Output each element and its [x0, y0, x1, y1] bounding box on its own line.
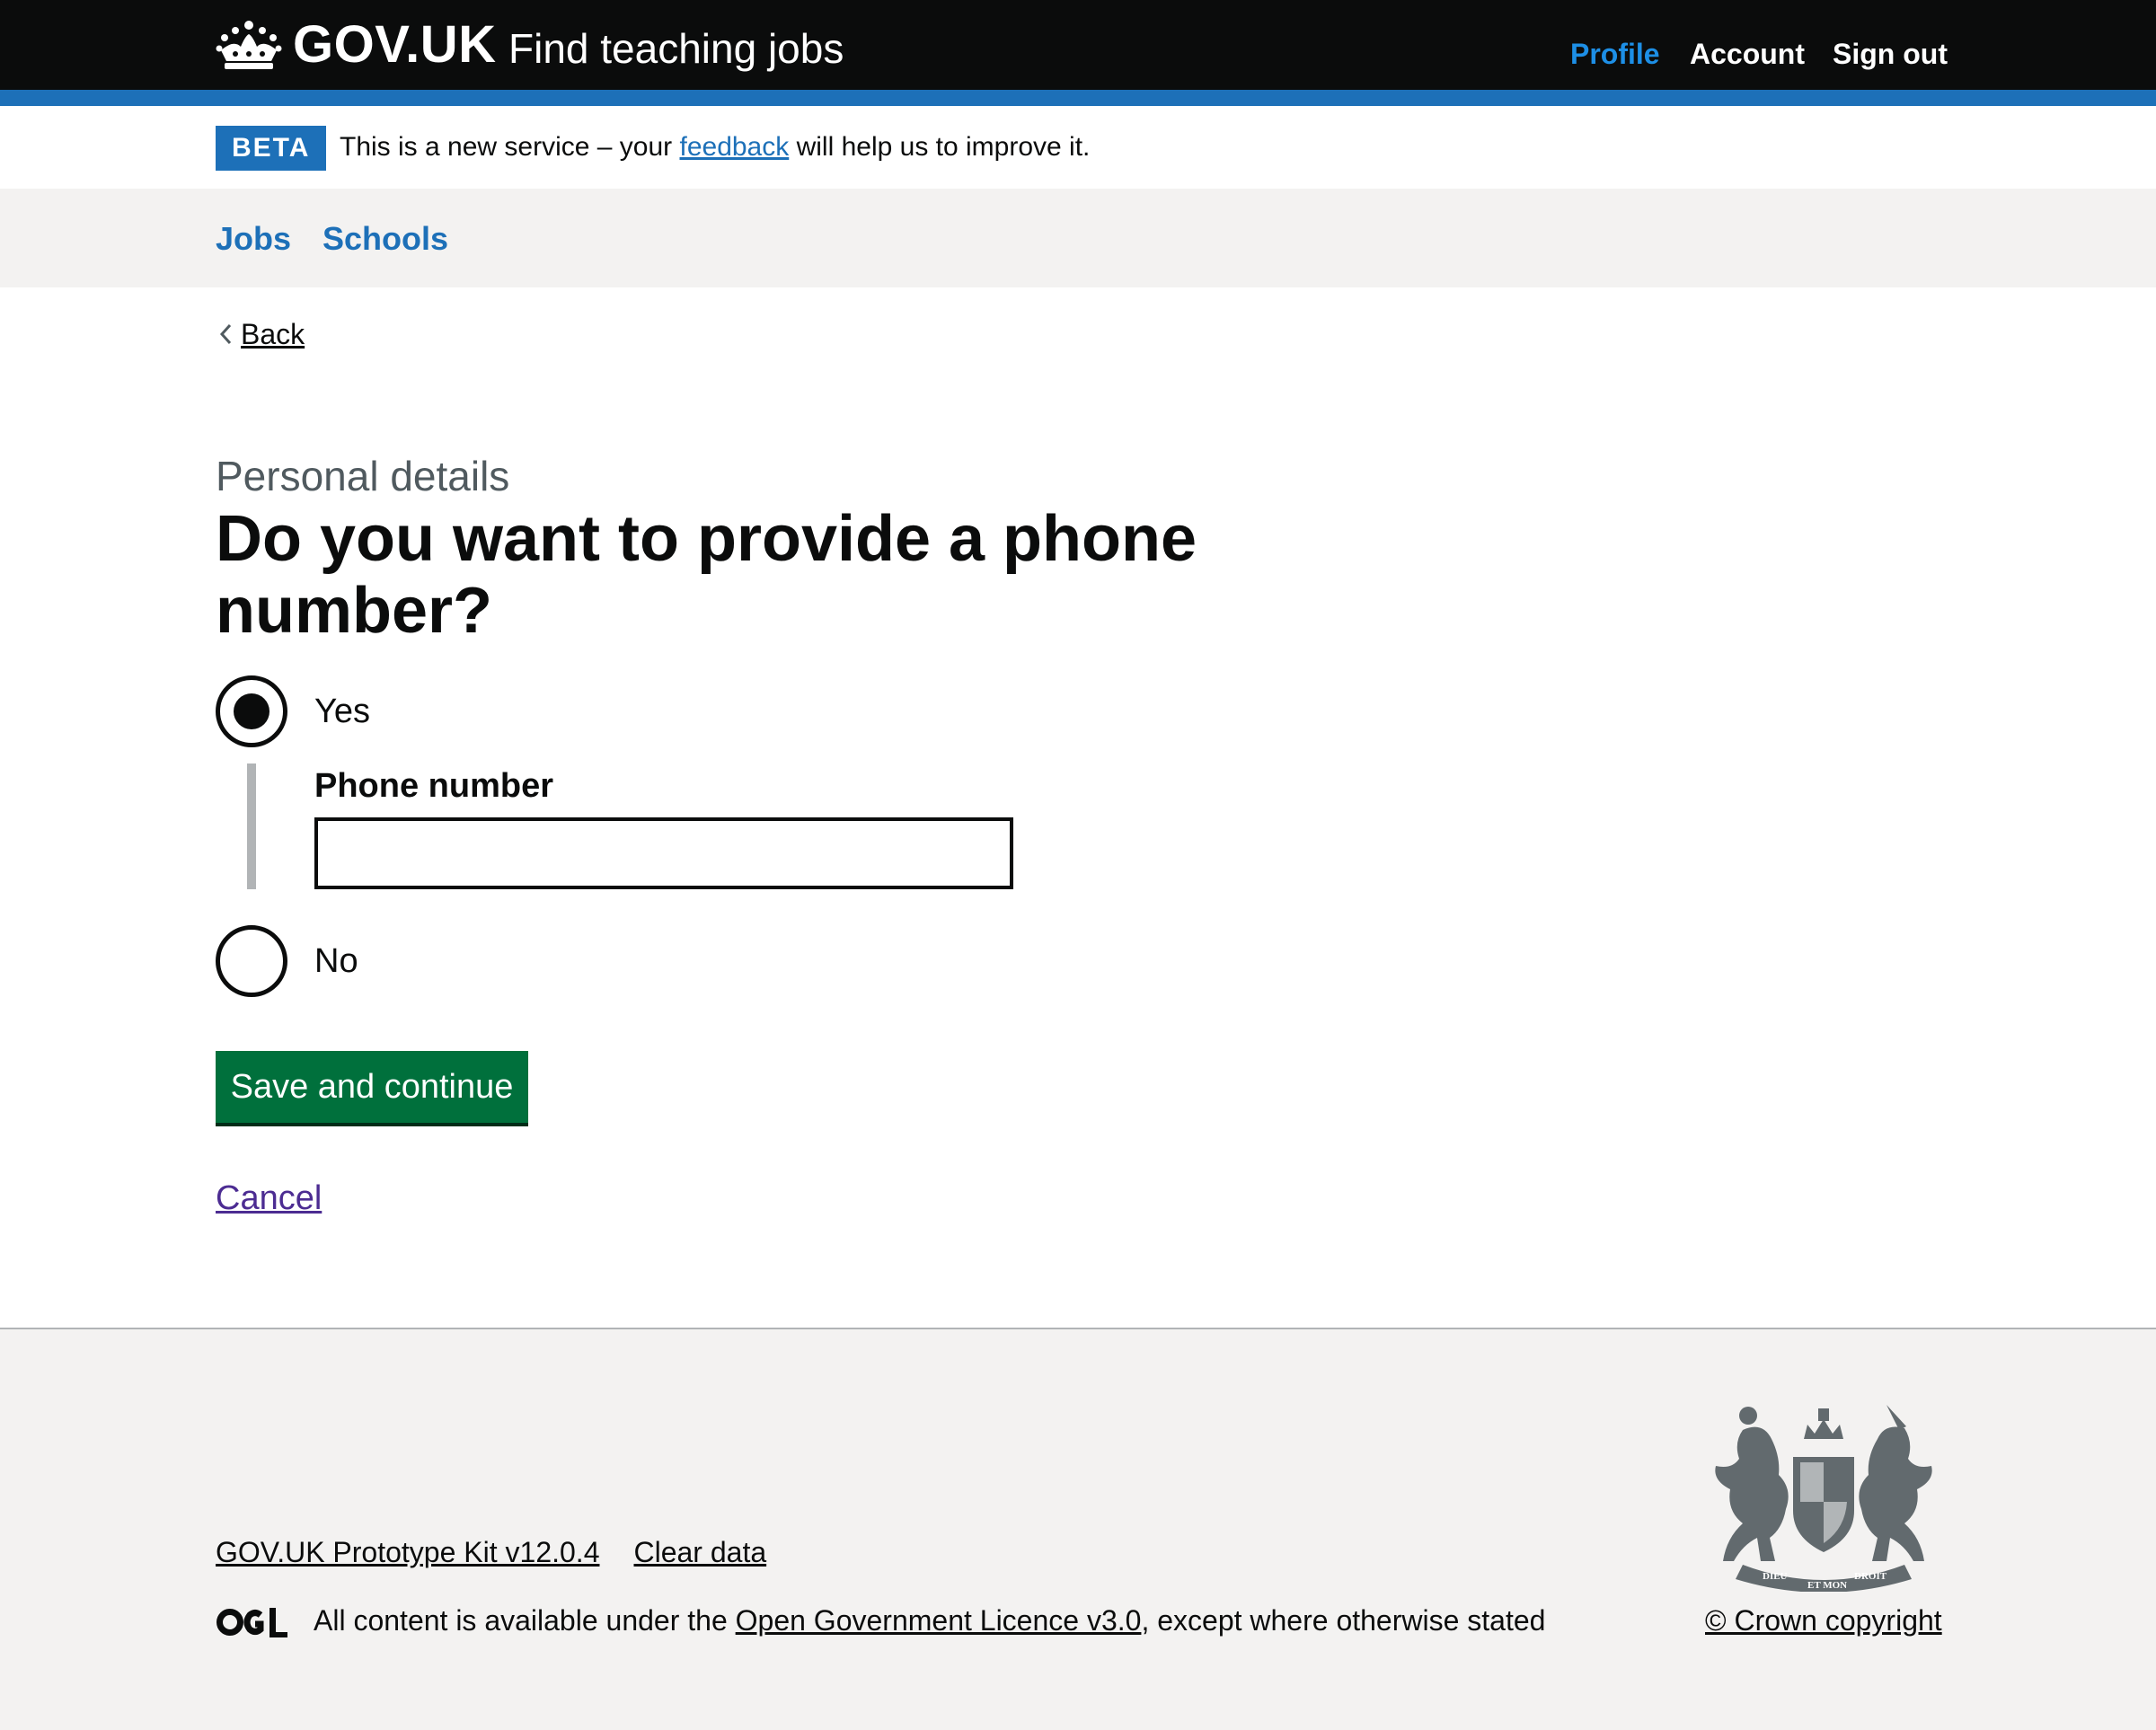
site-footer: DIEU ET MON DROIT GOV.UK Prototype Kit v… [0, 1328, 2156, 1730]
header-nav-account[interactable]: Account [1690, 34, 1805, 74]
header-nav-sign-out[interactable]: Sign out [1833, 34, 1948, 74]
save-and-continue-button[interactable]: Save and continue [216, 1051, 528, 1123]
page-caption: Personal details [216, 453, 510, 499]
phase-banner: BETA This is a new service – your feedba… [0, 106, 2156, 189]
service-name-link[interactable]: Find teaching jobs [508, 22, 844, 75]
service-navigation: Jobs Schools [0, 189, 2156, 287]
ogl-licence-link[interactable]: Open Government Licence v3.0 [736, 1604, 1142, 1637]
licence-text: All content is available under the Open … [314, 1601, 1545, 1640]
nav-schools[interactable]: Schools [323, 217, 448, 260]
crown-copyright-link[interactable]: © Crown copyright [1705, 1601, 1942, 1640]
footer-prototype-kit-link[interactable]: GOV.UK Prototype Kit v12.0.4 [216, 1532, 599, 1572]
radio-yes[interactable] [216, 675, 287, 747]
chevron-left-icon [219, 323, 232, 345]
crest-motto-dieu: DIEU [1763, 1571, 1788, 1582]
crest-motto-et-mon: ET MON [1807, 1580, 1847, 1591]
page-title: Do you want to provide a phone number? [216, 503, 1197, 647]
licence-text-after: , except where otherwise stated [1141, 1604, 1546, 1637]
licence-text-before: All content is available under the [314, 1604, 736, 1637]
back-link[interactable]: Back [241, 314, 305, 354]
beta-text-after: will help us to improve it. [789, 132, 1091, 162]
radio-no-label[interactable]: No [314, 939, 358, 984]
crest-motto-droit: DROIT [1854, 1571, 1887, 1582]
footer-clear-data-link[interactable]: Clear data [633, 1532, 766, 1572]
feedback-link[interactable]: feedback [679, 132, 789, 162]
cancel-link[interactable]: Cancel [216, 1175, 322, 1222]
radio-no[interactable] [216, 925, 287, 997]
header-nav-profile[interactable]: Profile [1570, 34, 1660, 74]
site-header: GOV.UK Find teaching jobs Profile Accoun… [0, 0, 2156, 106]
back-link-container: Back [216, 314, 305, 354]
conditional-reveal-bar [247, 763, 256, 889]
beta-text-before: This is a new service – your [340, 132, 680, 162]
phone-number-input[interactable] [314, 817, 1013, 889]
royal-coat-of-arms-logo: DIEU ET MON DROIT [1715, 1405, 1932, 1592]
nav-jobs[interactable]: Jobs [216, 217, 291, 260]
ogl-logo-icon [216, 1608, 287, 1637]
govuk-logo-text: GOV.UK [293, 15, 497, 74]
beta-tag: BETA [216, 126, 327, 171]
radio-yes-label[interactable]: Yes [314, 689, 370, 734]
footer-links: GOV.UK Prototype Kit v12.0.4 Clear data [216, 1532, 766, 1572]
radio-selected-dot [234, 693, 270, 729]
header-blue-bar [0, 90, 2156, 106]
govuk-logo-link[interactable]: GOV.UK [216, 16, 496, 74]
crown-icon [216, 21, 282, 69]
beta-banner-text: This is a new service – your feedback wi… [340, 128, 1090, 167]
phone-number-label: Phone number [314, 767, 554, 805]
